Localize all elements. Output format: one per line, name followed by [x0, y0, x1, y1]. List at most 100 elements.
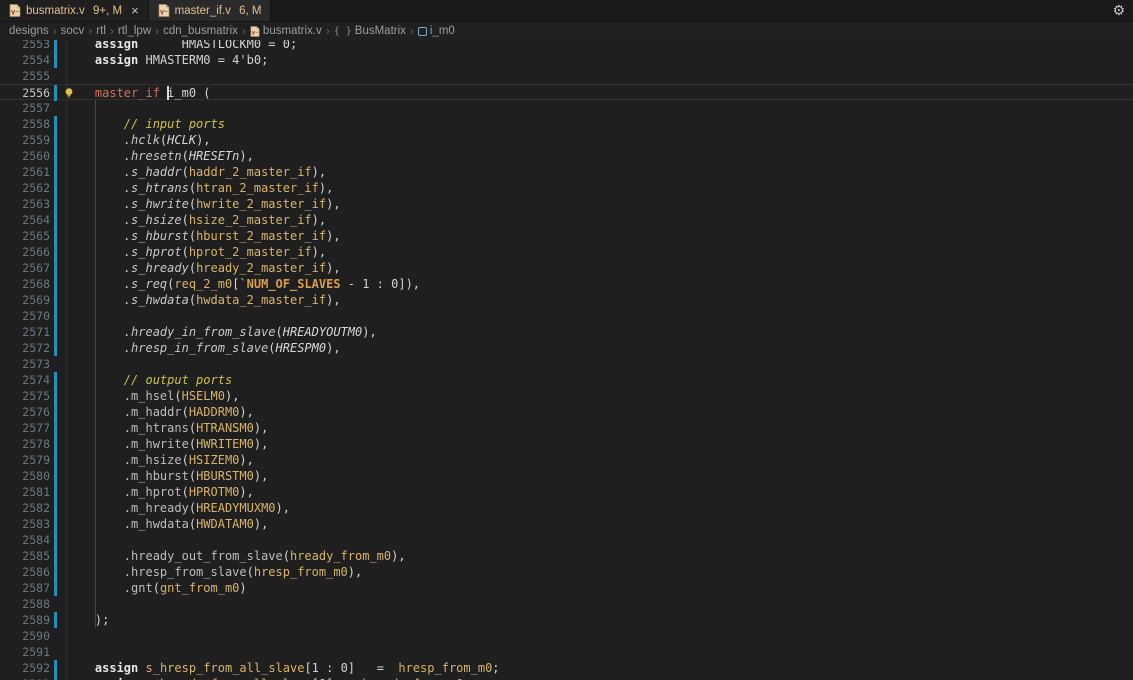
breadcrumb-separator-icon: › [325, 24, 331, 38]
tab-close-icon[interactable]: × [131, 4, 139, 17]
token: ), [196, 133, 210, 147]
token: .hready_out_from_slave [124, 549, 283, 563]
token: ), [312, 213, 326, 227]
code-line-2567[interactable]: 2567 .s_hready(hready_2_master_if), [0, 260, 1133, 276]
token: .m_hready [124, 501, 189, 515]
line-number: 2565 [22, 228, 50, 244]
code-line-2568[interactable]: 2568 .s_req(req_2_m0[`NUM_OF_SLAVES - 1 … [0, 276, 1133, 292]
breadcrumb-item-BusMatrix[interactable]: { }BusMatrix [334, 25, 406, 37]
code-line-2585[interactable]: 2585 .hready_out_from_slave(hready_from_… [0, 548, 1133, 564]
token: ), [254, 437, 268, 451]
tab-busmatrix-v[interactable]: busmatrix.v 9+, M× [0, 0, 149, 21]
code-line-2587[interactable]: 2587 .gnt(gnt_from_m0) [0, 580, 1133, 596]
code-line-2566[interactable]: 2566 .s_hprot(hprot_2_master_if), [0, 244, 1133, 260]
code-line-2592[interactable]: 2592 assign s_hresp_from_all_slave[1 : 0… [0, 660, 1133, 676]
breadcrumb-item-rtl[interactable]: rtl [96, 25, 106, 37]
git-modified-indicator [54, 660, 57, 676]
breadcrumb-separator-icon: › [241, 24, 247, 38]
code-line-2577[interactable]: 2577 .m_htrans(HTRANSM0), [0, 420, 1133, 436]
token: ), [239, 485, 253, 499]
token [66, 325, 124, 339]
token: .m_hprot [124, 485, 182, 499]
git-modified-indicator [54, 40, 57, 52]
line-number: 2588 [22, 596, 50, 612]
git-modified-indicator [54, 116, 57, 132]
token [66, 373, 124, 387]
git-modified-indicator [54, 500, 57, 516]
code-line-2581[interactable]: 2581 .m_hprot(HPROTM0), [0, 484, 1133, 500]
indent-guide [66, 628, 67, 644]
gutter: 2576 [0, 404, 62, 420]
tab-master_if-v[interactable]: master_if.v 6, M [149, 0, 272, 21]
breadcrumb-label: designs [9, 25, 49, 37]
breadcrumb-item-cdn_busmatrix[interactable]: cdn_busmatrix [163, 25, 238, 37]
code-line-2574[interactable]: 2574 // output ports [0, 372, 1133, 388]
code-line-2561[interactable]: 2561 .s_haddr(haddr_2_master_if), [0, 164, 1133, 180]
code-line-2578[interactable]: 2578 .m_hwrite(HWRITEM0), [0, 436, 1133, 452]
gutter: 2556 [0, 85, 62, 101]
token: .m_hsize [124, 453, 182, 467]
code-line-2588[interactable]: 2588 [0, 596, 1133, 612]
gutter: 2584 [0, 532, 62, 548]
token: ), [326, 293, 340, 307]
gutter: 2583 [0, 516, 62, 532]
code-line-2557[interactable]: 2557 [0, 100, 1133, 116]
breadcrumb-item-designs[interactable]: designs [9, 25, 49, 37]
code-line-2554[interactable]: 2554 assign HMASTERM0 = 4'b0; [0, 52, 1133, 68]
text-cursor [167, 86, 169, 100]
code-line-2586[interactable]: 2586 .hresp_from_slave(hresp_from_m0), [0, 564, 1133, 580]
code-line-2576[interactable]: 2576 .m_haddr(HADDRM0), [0, 404, 1133, 420]
token [66, 469, 124, 483]
code-line-2553[interactable]: 2553 assign HMASTLOCKM0 = 0; [0, 40, 1133, 52]
code-line-2575[interactable]: 2575 .m_hsel(HSELM0), [0, 388, 1133, 404]
code-line-2591[interactable]: 2591 [0, 644, 1133, 660]
token: ), [326, 229, 340, 243]
code-line-2590[interactable]: 2590 [0, 628, 1133, 644]
code-line-2555[interactable]: 2555 [0, 68, 1133, 84]
line-number: 2579 [22, 452, 50, 468]
code-line-2562[interactable]: 2562 .s_htrans(htran_2_master_if), [0, 180, 1133, 196]
code-line-2572[interactable]: 2572 .hresp_in_from_slave(HRESPM0), [0, 340, 1133, 356]
code-text: .m_hsel(HSELM0), [66, 388, 239, 404]
code-text: .m_hsize(HSIZEM0), [66, 452, 254, 468]
breadcrumb-item-i_m0[interactable]: i_m0 [418, 25, 455, 37]
code-line-2569[interactable]: 2569 .s_hwdata(hwdata_2_master_if), [0, 292, 1133, 308]
token: ), [326, 197, 340, 211]
token [66, 501, 124, 515]
code-line-2564[interactable]: 2564 .s_hsize(hsize_2_master_if), [0, 212, 1133, 228]
token: hprot_2_master_if [189, 245, 312, 259]
code-line-2573[interactable]: 2573 [0, 356, 1133, 372]
code-line-2584[interactable]: 2584 [0, 532, 1133, 548]
code-line-2583[interactable]: 2583 .m_hwdata(HWDATAM0), [0, 516, 1133, 532]
code-line-2559[interactable]: 2559 .hclk(HCLK), [0, 132, 1133, 148]
code-line-2582[interactable]: 2582 .m_hready(HREADYMUXM0), [0, 500, 1133, 516]
git-modified-indicator [54, 85, 57, 101]
token [66, 213, 124, 227]
code-line-2579[interactable]: 2579 .m_hsize(HSIZEM0), [0, 452, 1133, 468]
code-line-2589[interactable]: 2589 ); [0, 612, 1133, 628]
breadcrumb-item-socv[interactable]: socv [61, 25, 85, 37]
token: ), [276, 501, 290, 515]
code-line-2556[interactable]: 2556 master_if i_m0 ( [0, 84, 1133, 100]
code-line-2570[interactable]: 2570 [0, 308, 1133, 324]
code-line-2593[interactable]: 2593 assign s_hready_from_all_slave[0] =… [0, 676, 1133, 680]
breadcrumb-item-rtl_lpw[interactable]: rtl_lpw [118, 25, 151, 37]
token: hresp_from_m0 [254, 565, 348, 579]
code-line-2580[interactable]: 2580 .m_hburst(HBURSTM0), [0, 468, 1133, 484]
settings-gear-icon[interactable]: ⚙ [1112, 3, 1125, 19]
token: HRESPM0 [276, 341, 327, 355]
line-number: 2575 [22, 388, 50, 404]
token [66, 341, 124, 355]
indent-guide [66, 308, 67, 324]
code-line-2565[interactable]: 2565 .s_hburst(hburst_2_master_if), [0, 228, 1133, 244]
token: .hclk [124, 133, 160, 147]
code-line-2560[interactable]: 2560 .hresetn(HRESETn), [0, 148, 1133, 164]
token: ), [225, 389, 239, 403]
code-editor[interactable]: 2553 assign HMASTLOCKM0 = 0;2554 assign … [0, 40, 1133, 680]
code-line-2558[interactable]: 2558 // input ports [0, 116, 1133, 132]
token: HPROTM0 [189, 485, 240, 499]
git-modified-indicator [54, 532, 57, 548]
code-line-2563[interactable]: 2563 .s_hwrite(hwrite_2_master_if), [0, 196, 1133, 212]
breadcrumb-item-busmatrix-v[interactable]: busmatrix.v [250, 25, 322, 37]
code-line-2571[interactable]: 2571 .hready_in_from_slave(HREADYOUTM0), [0, 324, 1133, 340]
